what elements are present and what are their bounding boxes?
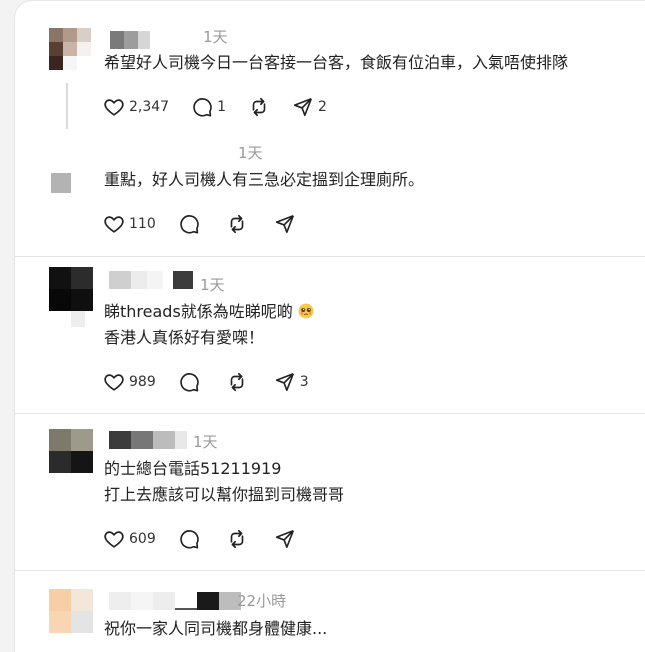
like-count: 609: [129, 531, 156, 547]
avatar[interactable]: [49, 267, 93, 331]
send-icon: [293, 97, 313, 117]
avatar[interactable]: [49, 28, 91, 70]
like-button[interactable]: 609: [103, 528, 156, 550]
action-bar: 609: [103, 527, 318, 551]
post-text: 打上去應該可以幫你搵到司機哥哥: [104, 485, 345, 504]
repost-icon: [230, 372, 244, 392]
send-icon: [275, 214, 294, 234]
pleading-face-emoji: [298, 301, 314, 319]
repost-button[interactable]: [226, 371, 248, 393]
heart-icon: [104, 99, 124, 116]
repost-button[interactable]: [248, 96, 270, 118]
heart-icon: [104, 216, 124, 233]
post-text: 希望好人司機今日一台客接一台客，食飯有位泊車，入氣唔使排隊: [104, 53, 569, 72]
post-time: 1天: [238, 144, 263, 162]
post-time: 1天: [200, 276, 225, 294]
comment-icon: [193, 98, 212, 117]
comment-icon: [180, 373, 199, 392]
username-pixelated[interactable]: [110, 31, 150, 49]
repost-icon: [230, 214, 244, 234]
thread-line: [66, 83, 68, 129]
like-button[interactable]: 110: [103, 213, 156, 235]
username-pixelated[interactable]: [109, 592, 241, 610]
share-count: 2: [318, 99, 327, 115]
reply-button[interactable]: [178, 528, 200, 550]
post-text: 的士總台電話51211919: [104, 459, 282, 478]
like-count: 110: [129, 216, 156, 232]
action-bar: 2,347 1 2: [103, 95, 349, 119]
reply-count: 1: [217, 99, 227, 115]
repost-button[interactable]: [226, 213, 248, 235]
like-count: 989: [129, 374, 156, 390]
share-button[interactable]: 2: [292, 96, 327, 118]
comment-icon: [180, 530, 199, 549]
share-button[interactable]: [274, 213, 296, 235]
heart-icon: [104, 374, 124, 391]
repost-button[interactable]: [226, 528, 248, 550]
action-bar: 989 3: [103, 370, 331, 394]
comment-icon: [180, 215, 199, 234]
avatar[interactable]: [49, 429, 93, 473]
username-pixelated[interactable]: [109, 431, 197, 449]
avatar[interactable]: [51, 173, 71, 193]
action-bar: 110: [103, 212, 318, 236]
avatar[interactable]: [49, 589, 93, 633]
share-count: 3: [299, 374, 309, 390]
reply-button[interactable]: [178, 213, 200, 235]
like-count: 2,347: [129, 99, 170, 115]
heart-icon: [104, 531, 124, 548]
reply-button[interactable]: 1: [191, 96, 226, 118]
post-time: 1天: [203, 28, 228, 46]
post-time: 1天: [193, 433, 218, 451]
send-icon: [275, 372, 294, 392]
post-text: 重點，好人司機人有三急必定搵到企理廁所。: [104, 170, 425, 189]
share-button[interactable]: [274, 528, 296, 550]
send-icon: [275, 529, 294, 549]
post-text: 睇threads就係為咗睇呢啲: [104, 299, 314, 325]
share-button[interactable]: 3: [274, 371, 309, 393]
reply-button[interactable]: [178, 371, 200, 393]
divider: [15, 570, 645, 571]
post-text: 祝你一家人同司機都身體健康...: [104, 619, 328, 638]
repost-icon: [230, 529, 244, 549]
divider: [15, 413, 645, 414]
like-button[interactable]: 2,347: [103, 96, 169, 118]
post-text: 香港人真係好有愛㗎！: [104, 328, 265, 347]
comment-feed: 1天 希望好人司機今日一台客接一台客，食飯有位泊車，入氣唔使排隊 2,347 1…: [14, 0, 645, 652]
username-pixelated[interactable]: [109, 271, 193, 289]
like-button[interactable]: 989: [103, 371, 156, 393]
post-text-line: 睇threads就係為咗睇呢啲: [104, 302, 293, 321]
post-time: 22小時: [237, 592, 287, 610]
divider: [15, 256, 645, 257]
repost-icon: [252, 97, 266, 117]
